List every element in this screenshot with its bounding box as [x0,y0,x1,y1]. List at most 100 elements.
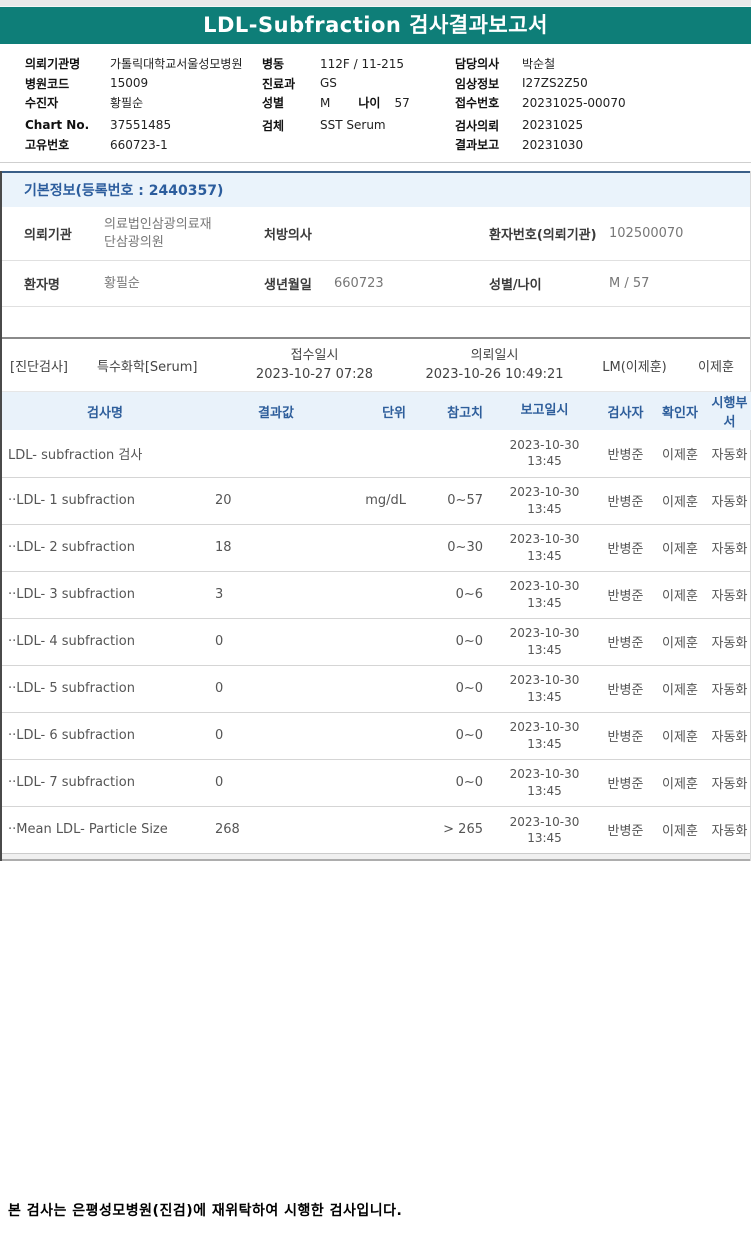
field-label: 임상정보 [455,76,500,91]
cell-unit [350,617,412,665]
field-ward: 병동 112F / 11-215 [262,54,410,74]
cell-reference: 0~57 [412,476,492,524]
col-header-reference: 참고치 [412,392,492,430]
cell-examiner: 반병준 [597,570,654,618]
result-row: ··LDL- 6 subfraction 0 0~0 2023-10-30 13… [2,711,751,759]
value-sex-age: M / 57 [609,275,650,291]
cell-unit [350,805,412,853]
order-received-datetime: 접수일시 2023-10-27 07:28 [255,347,374,383]
field-unique-no: 고유번호 660723-1 [25,135,242,155]
field-sex-age: 성별 M 나이 57 [262,93,410,113]
cell-reported: 2023-10-30 13:45 [492,664,597,712]
cell-confirmer: 이제훈 [662,447,698,463]
field-value: 20231030 [522,137,584,152]
value-patient-no: 102500070 [609,225,684,241]
col-header-result: 결과값 [202,392,350,430]
result-row: ··Mean LDL- Particle Size 268 > 265 2023… [2,805,751,853]
cell-examiner: 반병준 [597,805,654,853]
field-value: 37551485 [110,118,172,133]
col-header-confirmer: 확인자 [654,392,706,430]
field-label: 접수번호 [455,96,500,111]
col-header-test-name: 검사명 [2,392,202,430]
result-row: ··LDL- 1 subfraction 20 mg/dL 0~57 2023-… [2,476,751,524]
cell-test-name: LDL- subfraction 검사 [8,447,143,463]
cell-department: 자동화 [706,805,751,853]
cell-result: 3 [202,570,350,618]
field-requesting-org: 의뢰기관명 가톨릭대학교서울성모병원 [25,54,242,74]
cell-confirmer: 이제훈 [654,523,706,571]
field-value: 가톨릭대학교서울성모병원 [110,57,243,72]
window-top-strip [0,0,751,7]
field-label: 병동 [262,57,285,72]
cell-reference: 0~0 [412,664,492,712]
result-row: ··LDL- 7 subfraction 0 0~0 2023-10-30 13… [2,758,751,806]
cell-confirmer: 이제훈 [654,664,706,712]
field-label: 나이 [358,96,381,111]
result-row: ··LDL- 5 subfraction 0 0~0 2023-10-30 13… [2,664,751,712]
cell-reported: 2023-10-30 13:45 [492,805,597,853]
field-label: 수진자 [25,96,59,111]
cell-result: 0 [202,711,350,759]
col-header-reported: 보고일시 [492,392,597,430]
cell-result [202,430,350,477]
patient-header-col1: 의뢰기관명 가톨릭대학교서울성모병원 병원코드 15009 수진자 황필순 Ch… [25,54,242,155]
field-value: 112F / 11-215 [320,56,404,71]
order-person: 이제훈 [698,359,734,375]
cell-unit [350,430,412,477]
order-category: [진단검사] [10,359,68,375]
cell-reference: 0~0 [412,711,492,759]
cell-department: 자동화 [706,617,751,665]
cell-department: 자동화 [706,664,751,712]
field-label: 병원코드 [25,76,70,91]
cell-test-name: ··LDL- 5 subfraction [2,664,202,712]
cell-test-name: ··LDL- 3 subfraction [2,570,202,618]
cell-result: 0 [202,758,350,806]
cell-department: 자동화 [706,570,751,618]
cell-examiner: 반병준 [597,617,654,665]
patient-header: 의뢰기관명 가톨릭대학교서울성모병원 병원코드 15009 수진자 황필순 Ch… [0,44,751,162]
label-birth-date: 생년월일 [264,278,312,293]
field-value: 20231025 [522,118,584,133]
cell-reported: 2023-10-30 13:45 [492,617,597,665]
cell-unit [350,664,412,712]
cell-confirmer: 이제훈 [654,617,706,665]
col-header-unit: 단위 [350,392,412,430]
results-rows: LDL- subfraction 검사 2023-10-30 13:45 반병준… [2,430,751,853]
cell-reference: 0~0 [412,617,492,665]
results-header-row: 검사명 결과값 단위 참고치 보고일시 검사자 확인자 시행부서 [2,392,751,430]
col-header-examiner: 검사자 [597,392,654,430]
cell-department: 자동화 [706,711,751,759]
label-patient-name: 환자명 [24,278,60,293]
field-label: 검체 [262,118,285,133]
cell-reported: 2023-10-30 13:45 [509,438,580,469]
field-value: 박순철 [522,57,556,72]
cell-unit: mg/dL [350,476,412,524]
cell-confirmer: 이제훈 [654,476,706,524]
cell-examiner: 반병준 [597,711,654,759]
cell-department: 자동화 [706,476,751,524]
cell-reference [412,430,492,477]
cell-examiner: 반병준 [597,523,654,571]
value-birth-date: 660723 [334,275,384,291]
cell-unit [350,758,412,806]
cell-reference: 0~0 [412,758,492,806]
results-table: 검사명 결과값 단위 참고치 보고일시 검사자 확인자 시행부서 LDL- su… [2,392,751,853]
field-label: Chart No. [25,118,90,133]
label-prescribing-doctor: 처방의사 [264,228,312,243]
table-footer-strip [2,853,750,861]
result-row: ··LDL- 4 subfraction 0 0~0 2023-10-30 13… [2,617,751,665]
basic-info-section-header: 기본정보(등록번호 : 2440357) [2,171,750,207]
cell-confirmer: 이제훈 [654,805,706,853]
cell-examiner: 반병준 [597,476,654,524]
cell-test-name: ··LDL- 6 subfraction [2,711,202,759]
cell-unit [350,711,412,759]
value-requesting-org: 의료법인삼광의료재 단삼광의원 [104,216,212,250]
field-value: 15009 [110,76,149,91]
field-result-report-date: 결과보고 20231030 [455,135,626,155]
result-row: LDL- subfraction 검사 2023-10-30 13:45 반병준… [2,430,751,477]
label-sex-age: 성별/나이 [489,278,542,293]
cell-result: 18 [202,523,350,571]
cell-reported: 2023-10-30 13:45 [492,570,597,618]
cell-test-name: ··LDL- 2 subfraction [2,523,202,571]
